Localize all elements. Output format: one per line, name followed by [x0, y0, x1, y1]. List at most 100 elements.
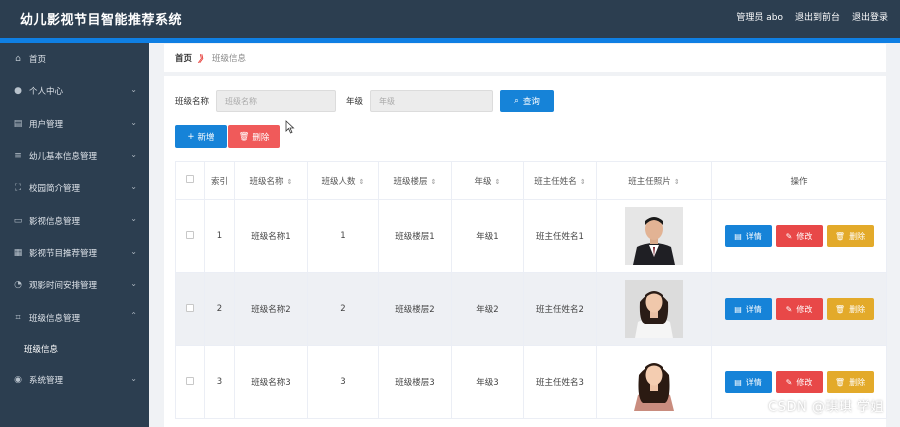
delete-label: 删除 [849, 304, 866, 314]
plus-icon: + [187, 131, 195, 142]
delete-button[interactable]: 🗑 删除 [826, 225, 874, 247]
sidebar-item-profile[interactable]: ● 个人中心 ⌄ [0, 75, 149, 107]
edit-button[interactable]: ✎ 修改 [775, 225, 823, 247]
delete-label: 删除 [849, 231, 866, 241]
chevron-down-icon: ⌄ [130, 214, 137, 224]
cell-index: 1 [204, 199, 235, 273]
cell-index: 3 [204, 345, 235, 419]
cell-class-name: 班级名称2 [234, 272, 308, 346]
sidebar-item-class-info[interactable]: ⌗ 班级信息管理 ⌃ [0, 301, 149, 333]
sidebar-item-label: 首页 [29, 55, 47, 66]
row-checkbox[interactable] [186, 303, 194, 312]
row-checkbox[interactable] [186, 230, 194, 239]
exit-to-front-link[interactable]: 退出到前台 [795, 10, 840, 23]
edit-button[interactable]: ✎ 修改 [775, 298, 823, 320]
detail-button[interactable]: ▤ 详情 [724, 225, 772, 247]
pencil-icon: ✎ [785, 231, 793, 241]
cell-teacher-photo [596, 199, 712, 273]
pencil-icon: ✎ [785, 377, 793, 387]
sidebar-item-label: 用户管理 [29, 119, 64, 130]
query-button[interactable]: ⌕ 查询 [500, 90, 555, 112]
sidebar-item-schedule[interactable]: ◔ 观影时间安排管理 ⌄ [0, 269, 149, 301]
add-button-label: 新增 [197, 132, 215, 143]
header-teacher-photo[interactable]: 班主任照片 ⇕ [596, 161, 712, 200]
search-icon: ⌕ [514, 96, 519, 106]
watermark: CSDN @琪琪 学姐 [768, 400, 884, 415]
detail-button[interactable]: ▤ 详情 [724, 371, 772, 393]
sort-icon[interactable]: ⇕ [580, 178, 586, 186]
sidebar-item-recommend[interactable]: ▦ 影视节目推荐管理 ⌄ [0, 237, 149, 269]
pin-icon: ◉ [14, 374, 22, 385]
breadcrumb-current: 班级信息 [212, 54, 247, 64]
header-class-name[interactable]: 班级名称 ⇕ [234, 161, 308, 200]
top-right-links: 管理员 abo 退出到前台 退出登录 [736, 10, 900, 23]
detail-label: 详情 [745, 377, 762, 387]
breadcrumb: 首页 》 班级信息 [164, 44, 886, 72]
class-name-input[interactable]: 班级名称 [216, 90, 337, 112]
cell-grade: 年级2 [451, 272, 524, 346]
add-button[interactable]: + 新增 [175, 125, 227, 148]
sidebar-item-video-info[interactable]: ▭ 影视信息管理 ⌄ [0, 204, 149, 236]
home-icon: ⌂ [15, 54, 21, 65]
header-class-floor[interactable]: 班级楼层 ⇕ [378, 161, 452, 200]
breadcrumb-home[interactable]: 首页 [175, 52, 192, 64]
sidebar-subitem-class-info[interactable]: 班级信息 [0, 333, 149, 364]
delete-button[interactable]: 🗑 删除 [826, 371, 874, 393]
cell-class-name: 班级名称3 [234, 345, 308, 419]
sort-icon[interactable]: ⇕ [431, 178, 437, 186]
sidebar-item-label: 班级信息管理 [29, 313, 81, 324]
grade-input[interactable]: 年级 [370, 90, 494, 112]
top-bar: 幼儿影视节目智能推荐系统 管理员 abo 退出到前台 退出登录 [0, 0, 900, 38]
chevron-down-icon: ⌄ [130, 117, 137, 127]
sort-icon[interactable]: ⇕ [287, 178, 293, 186]
header-teacher-name[interactable]: 班主任姓名 ⇕ [523, 161, 597, 200]
sort-icon[interactable]: ⇕ [674, 178, 680, 186]
edit-button[interactable]: ✎ 修改 [775, 371, 823, 393]
class-name-placeholder: 班级名称 [225, 96, 258, 106]
sidebar-item-label: 系统管理 [29, 375, 64, 386]
chat-icon: ▭ [13, 215, 23, 226]
batch-delete-button[interactable]: 🗑 删除 [228, 125, 280, 148]
sidebar-item-label: 影视信息管理 [29, 216, 81, 227]
trash-icon: 🗑 [238, 131, 250, 142]
batch-delete-label: 删除 [252, 132, 270, 143]
teacher-photo-female [625, 353, 683, 411]
sidebar: ⌂ 首页 ● 个人中心 ⌄ ▤ 用户管理 ⌄ ≡ 幼儿基本信息管理 ⌄ ⛶ 校园… [0, 43, 149, 427]
select-all-checkbox[interactable] [186, 175, 194, 183]
detail-label: 详情 [745, 231, 762, 241]
list-icon: ≡ [14, 151, 22, 162]
cell-class-floor: 班级楼层3 [378, 345, 452, 419]
header-select-all[interactable] [175, 161, 205, 200]
chevron-down-icon: ⌄ [130, 246, 137, 256]
chevron-up-icon: ⌃ [130, 311, 137, 321]
logout-link[interactable]: 退出登录 [852, 10, 888, 23]
sidebar-item-home[interactable]: ⌂ 首页 [0, 43, 149, 75]
sidebar-item-campus[interactable]: ⛶ 校园简介管理 ⌄ [0, 172, 149, 204]
crop-icon: ⌗ [15, 312, 21, 323]
sidebar-item-label: 影视节目推荐管理 [29, 248, 98, 259]
sort-icon[interactable]: ⇕ [495, 178, 501, 186]
chevron-down-icon: ⌄ [130, 85, 137, 95]
row-checkbox[interactable] [186, 376, 194, 385]
mouse-cursor-icon [285, 120, 295, 134]
sort-icon[interactable]: ⇕ [359, 178, 365, 186]
header-class-count[interactable]: 班级人数 ⇕ [307, 161, 379, 200]
detail-button[interactable]: ▤ 详情 [724, 298, 772, 320]
edit-label: 修改 [796, 304, 813, 314]
doc-icon: ▤ [734, 377, 742, 387]
sidebar-item-label: 个人中心 [29, 87, 64, 98]
frame-icon: ⛶ [14, 183, 22, 194]
delete-button[interactable]: 🗑 删除 [826, 298, 874, 320]
chevron-down-icon: ⌄ [130, 279, 137, 289]
cell-teacher-name: 班主任姓名3 [523, 345, 597, 419]
user-icon: ● [14, 86, 22, 97]
edit-label: 修改 [796, 231, 813, 241]
sidebar-item-child-info[interactable]: ≡ 幼儿基本信息管理 ⌄ [0, 140, 149, 172]
header-grade[interactable]: 年级 ⇕ [451, 161, 524, 200]
header-operation: 操作 [711, 161, 887, 200]
table-header-row: 索引 班级名称 ⇕ 班级人数 ⇕ 班级楼层 ⇕ 年级 ⇕ 班主任姓名 ⇕ 班主任照片 ⇕ 操… [175, 161, 887, 200]
sidebar-item-system[interactable]: ◉ 系统管理 ⌄ [0, 364, 149, 396]
query-button-label: 查询 [522, 97, 540, 107]
cell-class-floor: 班级楼层2 [378, 272, 452, 346]
sidebar-item-users[interactable]: ▤ 用户管理 ⌄ [0, 108, 149, 140]
